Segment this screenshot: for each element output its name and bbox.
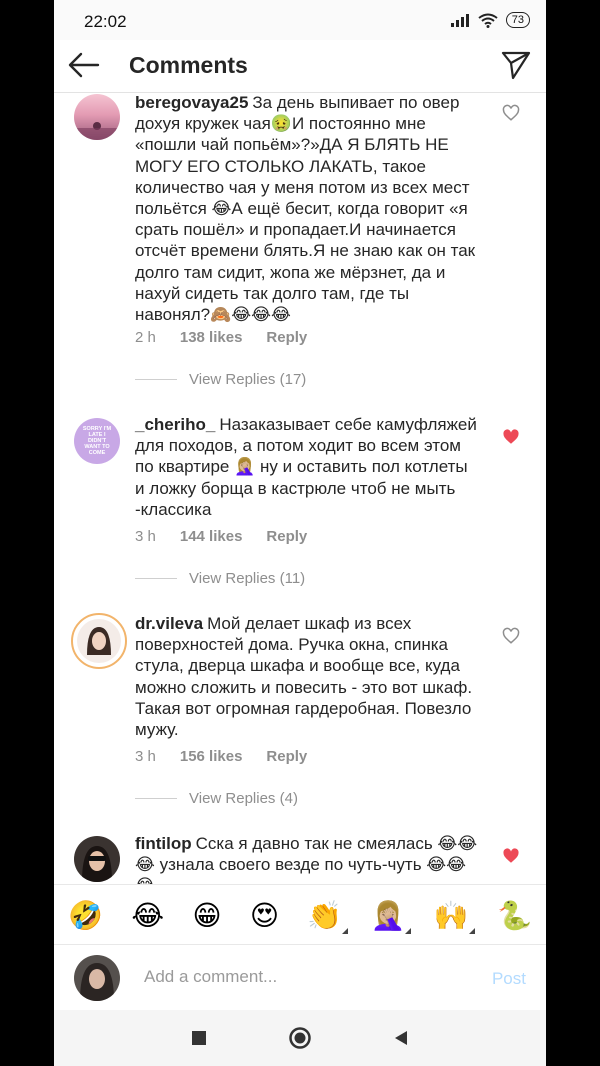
comment-composer: Add a comment... Post xyxy=(54,944,546,1011)
divider xyxy=(135,578,177,579)
back-arrow-icon[interactable] xyxy=(68,52,100,78)
avatar[interactable]: SORRY I'M LATE I DIDN'T WANT TO COME xyxy=(74,418,120,464)
emoji-raised-hands[interactable]: 🙌 xyxy=(434,899,475,934)
wifi-icon xyxy=(478,13,498,28)
avatar[interactable] xyxy=(71,613,127,669)
avatar[interactable] xyxy=(74,94,120,140)
system-nav-bar xyxy=(54,1010,546,1066)
recents-square-icon[interactable] xyxy=(190,1029,208,1047)
divider xyxy=(135,798,177,799)
comment-likes[interactable]: 144 likes xyxy=(180,528,243,545)
comment-meta: 3 h 144 likes Reply xyxy=(135,528,307,545)
avatar[interactable] xyxy=(74,836,120,882)
emoji-snake[interactable]: 🐍 xyxy=(497,899,532,932)
top-bar: Comments xyxy=(54,40,546,93)
page-title: Comments xyxy=(129,52,248,78)
emoji-tears-of-joy[interactable]: 😂 xyxy=(131,899,164,932)
view-replies-button[interactable]: View Replies (4) xyxy=(135,790,298,807)
avatar-text: SORRY I'M LATE I DIDN'T WANT TO COME xyxy=(82,426,112,456)
back-triangle-icon[interactable] xyxy=(392,1029,410,1047)
comment-username[interactable]: beregovaya25 xyxy=(135,93,248,112)
emoji-clap[interactable]: 👏 xyxy=(307,899,349,934)
heart-filled-icon[interactable] xyxy=(502,847,520,865)
post-button[interactable]: Post xyxy=(492,969,526,989)
comment-username[interactable]: dr.vileva xyxy=(135,614,203,633)
comment-time: 3 h xyxy=(135,748,156,765)
comment-text: За день выпивает по овер дохуя кружек ча… xyxy=(135,93,476,325)
comment-username[interactable]: _cheriho_ xyxy=(135,415,215,434)
emoji-facepalm[interactable]: 🤦🏼‍♀️ xyxy=(371,899,412,934)
heart-outline-icon[interactable] xyxy=(502,104,520,122)
battery-indicator: 73 xyxy=(505,12,530,28)
status-bar: 22:02 73 xyxy=(54,0,546,40)
emoji-heart-eyes[interactable]: 😍 xyxy=(250,899,279,932)
signal-icon xyxy=(450,14,469,27)
view-replies-button[interactable]: View Replies (11) xyxy=(135,570,305,587)
comment-meta: 3 h 156 likes Reply xyxy=(135,748,307,765)
my-avatar xyxy=(74,955,120,1001)
heart-filled-icon[interactable] xyxy=(502,428,520,446)
comment-time: 3 h xyxy=(135,528,156,545)
heart-outline-icon[interactable] xyxy=(502,627,520,645)
comment-likes[interactable]: 138 likes xyxy=(180,329,243,346)
divider xyxy=(135,379,177,380)
variant-indicator xyxy=(342,927,349,934)
send-icon[interactable] xyxy=(500,49,532,81)
status-time: 22:02 xyxy=(84,12,127,31)
reply-button[interactable]: Reply xyxy=(266,748,307,765)
reply-button[interactable]: Reply xyxy=(266,329,307,346)
variant-indicator xyxy=(468,927,475,934)
view-replies-button[interactable]: View Replies (17) xyxy=(135,371,306,388)
emoji-rofl[interactable]: 🤣 xyxy=(68,899,103,932)
emoji-reaction-bar: 🤣 😂 😁 😍 👏 🤦🏼‍♀️ 🙌 🐍 xyxy=(54,884,546,945)
home-circle-icon[interactable] xyxy=(288,1026,312,1050)
comment-likes[interactable]: 156 likes xyxy=(180,748,243,765)
comment-time: 2 h xyxy=(135,329,156,346)
comments-list: beregovaya25 За день выпивает по овер дох… xyxy=(54,92,546,884)
reply-button[interactable]: Reply xyxy=(266,528,307,545)
comment-username[interactable]: fintilop xyxy=(135,834,192,853)
emoji-grin[interactable]: 😁 xyxy=(192,899,221,932)
variant-indicator xyxy=(405,927,412,934)
comment-input[interactable]: Add a comment... xyxy=(144,967,277,987)
phone-screen: 22:02 73 Comments beregovaya25 За день в… xyxy=(54,0,546,1066)
comment-meta: 2 h 138 likes Reply xyxy=(135,329,307,346)
